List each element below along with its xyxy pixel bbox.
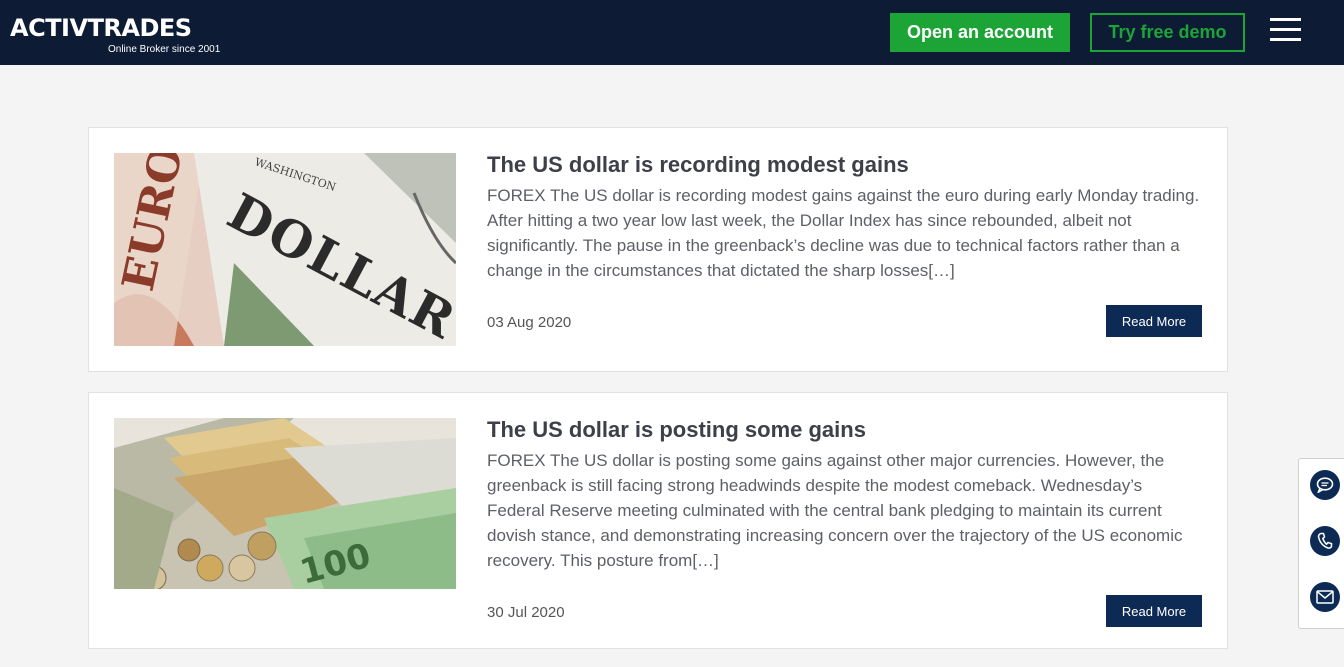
read-more-button[interactable]: Read More	[1106, 595, 1202, 627]
site-header: ACTIVTRADES Online Broker since 2001 Ope…	[0, 0, 1344, 65]
contact-side-panel	[1298, 458, 1344, 629]
activtrades-logo[interactable]: ACTIVTRADES Online Broker since 2001	[10, 9, 225, 59]
try-free-demo-button[interactable]: Try free demo	[1090, 13, 1245, 52]
article-thumbnail-euro-dollar[interactable]: EURO DOLLAR WASHINGTON	[114, 153, 456, 346]
article-title[interactable]: The US dollar is recording modest gains	[487, 152, 909, 178]
article-title[interactable]: The US dollar is posting some gains	[487, 417, 866, 443]
open-account-button[interactable]: Open an account	[890, 13, 1070, 52]
article-excerpt: FOREX The US dollar is recording modest …	[487, 186, 1200, 280]
article-thumbnail-money-stack[interactable]: 100	[114, 418, 456, 589]
article-excerpt: FOREX The US dollar is posting some gain…	[487, 451, 1183, 570]
article-card: 100 The US dollar is posting some gains …	[88, 392, 1228, 649]
logo-tagline: Online Broker since 2001	[108, 44, 221, 55]
menu-bar	[1270, 38, 1301, 41]
money-stacks-coins-image: 100	[114, 418, 456, 589]
logo-wordmark: ACTIVTRADES	[10, 14, 192, 42]
menu-bar	[1270, 28, 1301, 31]
read-more-button[interactable]: Read More	[1106, 305, 1202, 337]
menu-icon[interactable]	[1270, 18, 1301, 42]
article-date: 03 Aug 2020	[487, 314, 572, 331]
email-icon[interactable]	[1310, 582, 1340, 612]
menu-bar	[1270, 18, 1301, 21]
phone-icon[interactable]	[1310, 526, 1340, 556]
article-date: 30 Jul 2020	[487, 604, 565, 621]
chat-icon[interactable]	[1310, 470, 1340, 500]
article-card: EURO DOLLAR WASHINGTON The US dollar is …	[88, 127, 1228, 372]
euro-dollar-banknotes-image: EURO DOLLAR WASHINGTON	[114, 153, 456, 346]
